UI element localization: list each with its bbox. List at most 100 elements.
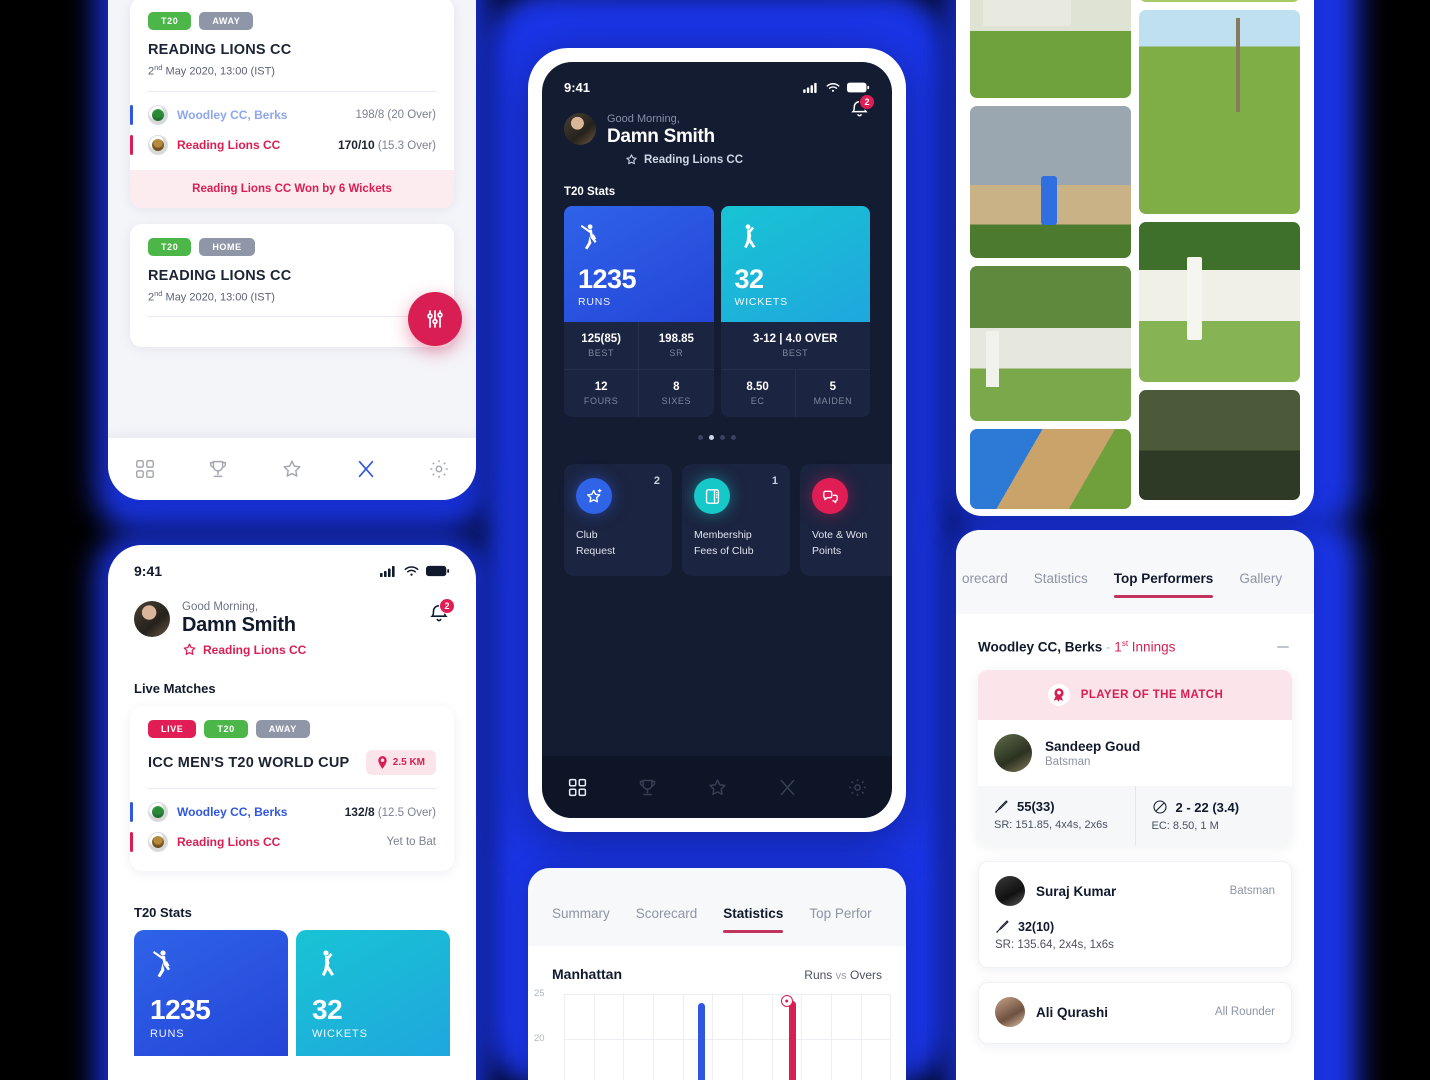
tab-statistics[interactable]: Statistics [1034, 571, 1088, 604]
cricket-photo-4[interactable] [970, 266, 1131, 421]
avatar[interactable] [995, 997, 1025, 1027]
star-icon[interactable] [707, 777, 728, 798]
badge-format: T20 [204, 720, 248, 738]
minus-icon[interactable] [1274, 638, 1292, 656]
bowling-stats-group: 3-12 | 4.0 OVER BEST 8.50 EC 5 MAIDEN [720, 322, 870, 417]
y-axis-tick: 20 [534, 1033, 545, 1044]
player-of-the-match-card[interactable]: PLAYER OF THE MATCH Sandeep Goud Batsman… [978, 670, 1292, 845]
cricket-photo-5[interactable] [970, 429, 1131, 509]
wicket-marker-icon: ● [780, 995, 793, 1007]
cricket-photo-2[interactable] [970, 0, 1131, 98]
badge-group: LIVE T20 AWAY [148, 720, 436, 738]
match-date: 2nd May 2020, 13:00 (IST) [148, 63, 436, 78]
tab-top-performers[interactable]: Top Performers [1113, 571, 1213, 604]
carousel-dot[interactable] [698, 435, 703, 440]
card-icon [694, 478, 730, 514]
tab-scorecard[interactable]: Scorecard [636, 906, 698, 939]
match-title: READING LIONS CC [148, 42, 292, 58]
grid-icon[interactable] [567, 777, 588, 798]
bats-icon[interactable] [355, 458, 377, 480]
avatar[interactable] [564, 113, 596, 145]
match-card[interactable]: T20 AWAY READING LIONS CC 2nd May 2020, … [130, 0, 454, 208]
club-row[interactable]: Reading Lions CC [607, 153, 743, 166]
team-name: Woodley CC, Berks [177, 107, 288, 122]
stat-tile-wickets[interactable]: 32 WICKETS [296, 930, 450, 1056]
tab-gallery[interactable]: Gallery [1239, 571, 1282, 604]
bottom-navigation[interactable] [108, 438, 476, 500]
team-name: Woodley CC, Berks [177, 805, 288, 819]
stat-value: 1235 [150, 994, 211, 1025]
match-card[interactable]: T20 HOME READING LIONS CC 2nd May 2020, … [130, 223, 454, 348]
chart-title: Manhattan [552, 966, 622, 982]
cricket-photo-7[interactable] [1139, 10, 1300, 214]
club-name: Reading Lions CC [203, 642, 307, 657]
match-result: Reading Lions CC Won by 6 Wickets [130, 169, 454, 208]
gear-icon[interactable] [428, 458, 450, 480]
trophy-icon[interactable] [637, 777, 658, 798]
cricket-photo-8[interactable] [1139, 222, 1300, 382]
bats-icon[interactable] [777, 777, 798, 798]
avatar[interactable] [134, 601, 170, 637]
live-match-card[interactable]: LIVE T20 AWAY ICC MEN'S T20 WORLD CUP 2.… [130, 706, 454, 871]
avatar[interactable] [994, 734, 1032, 772]
performer-card[interactable]: Suraj Kumar Batsman 32(10) SR: 135.64, 2… [978, 861, 1292, 968]
gridline [860, 994, 862, 1080]
status-bar: 9:41 [108, 545, 476, 579]
tab-top-performers[interactable]: Top Perfor [809, 906, 871, 939]
action-card-vote-won-points[interactable]: Vote & Won Points [800, 464, 892, 576]
home-phone-screen: 9:41 Good Morning, Damn Smith Reading Li… [108, 545, 476, 1080]
badge-venue: HOME [199, 237, 255, 256]
badge-live: LIVE [148, 720, 197, 738]
date-rest: May 2020, 13:00 (IST) [162, 65, 275, 78]
notification-button[interactable]: 2 [428, 598, 455, 625]
performer-card[interactable]: Ali Qurashi All Rounder [978, 982, 1292, 1044]
grid-icon[interactable] [134, 458, 156, 480]
carousel-dots[interactable] [542, 417, 892, 440]
potm-player: Sandeep Goud Batsman [978, 720, 1292, 786]
stat-tile-runs[interactable]: 1235 RUNS [564, 206, 714, 322]
team-accent-bar [130, 802, 133, 822]
stat-value: 32 [312, 994, 343, 1025]
player-name: Suraj Kumar [1036, 883, 1117, 899]
chart-legend: Runs vs Overs [804, 968, 882, 982]
stat-tiles: 1235 RUNS 32 WICKETS [108, 930, 476, 1056]
bowler-icon [312, 948, 434, 980]
performer-header: Ali Qurashi All Rounder [995, 997, 1275, 1027]
trophy-icon[interactable] [207, 458, 229, 480]
cricket-photo-9[interactable] [1139, 390, 1300, 500]
medal-icon [1047, 683, 1071, 707]
action-label: Membership Fees of Club [694, 529, 754, 557]
star-icon[interactable] [281, 458, 303, 480]
notification-button[interactable]: 2 [849, 94, 875, 120]
cricket-photo-6[interactable] [1139, 0, 1300, 2]
avatar[interactable] [995, 876, 1025, 906]
action-card-club-request[interactable]: 2 Club Request [564, 464, 672, 576]
badge-group: T20 HOME [148, 237, 436, 256]
carousel-dot[interactable] [731, 435, 736, 440]
divider [148, 316, 436, 318]
tab-bar[interactable]: orecard Statistics Top Performers Galler… [956, 530, 1314, 614]
tab-scorecard[interactable]: orecard [962, 571, 1008, 604]
top-performers-panel: orecard Statistics Top Performers Galler… [956, 530, 1314, 1080]
tab-bar[interactable]: Summary Scorecard Statistics Top Perfor [528, 868, 906, 946]
carousel-dot[interactable] [720, 435, 725, 440]
innings-header[interactable]: Woodley CC, Berks - 1st Innings [956, 614, 1314, 670]
stat-tile-wickets[interactable]: 32 WICKETS [720, 206, 870, 322]
badge-format: T20 [148, 12, 192, 30]
club-row[interactable]: Reading Lions CC [158, 642, 306, 657]
team-logo-icon [148, 134, 168, 155]
carousel-dot-active[interactable] [709, 435, 714, 440]
stat-tile-runs[interactable]: 1235 RUNS [134, 930, 288, 1056]
action-label: Club Request [576, 529, 616, 557]
team-logo-icon [148, 104, 168, 125]
tab-statistics[interactable]: Statistics [723, 906, 784, 939]
table-row: Reading Lions CC Yet to Bat [130, 827, 436, 857]
star-plus-icon [576, 478, 612, 514]
cricket-photo-3[interactable] [970, 106, 1131, 258]
gear-icon[interactable] [847, 777, 868, 798]
stat-cell: 12 FOURS [564, 370, 640, 417]
filter-fab-button[interactable] [408, 292, 462, 346]
bottom-navigation[interactable] [542, 756, 892, 818]
tab-summary[interactable]: Summary [552, 906, 610, 939]
action-card-membership-fees[interactable]: 1 Membership Fees of Club [682, 464, 790, 576]
